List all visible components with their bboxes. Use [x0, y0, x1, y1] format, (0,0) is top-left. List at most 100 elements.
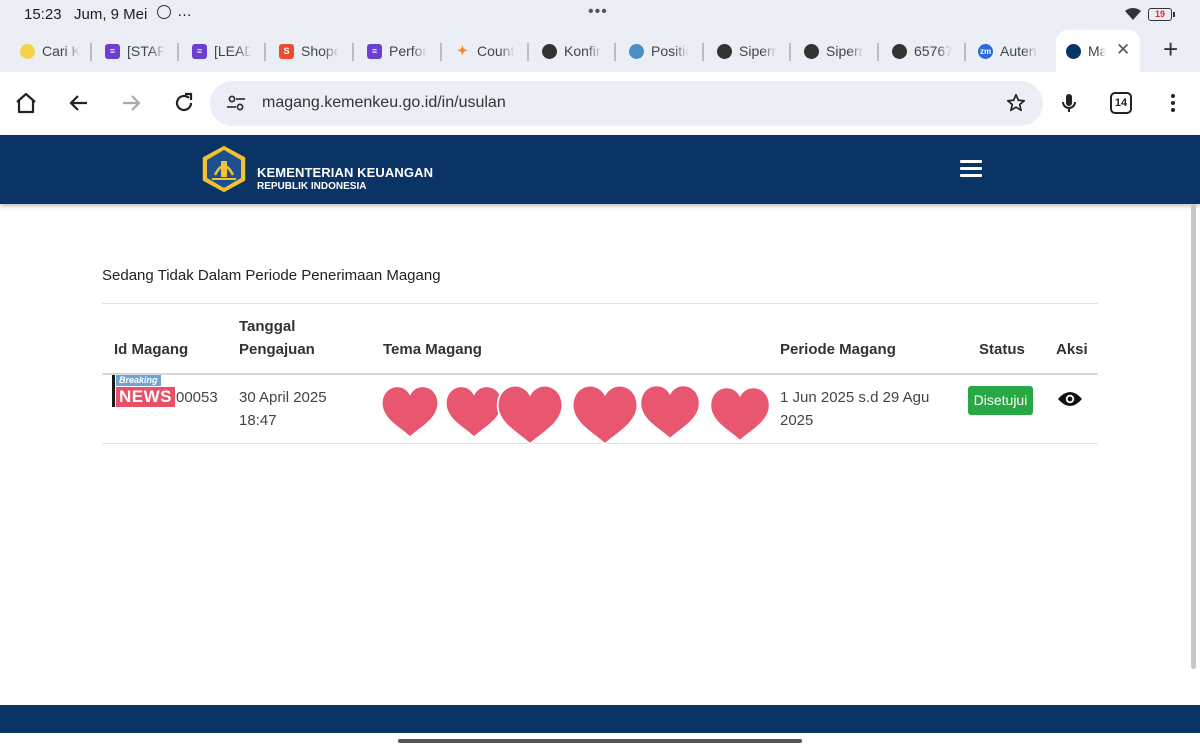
bookmark-star-icon[interactable]	[1005, 92, 1027, 114]
globe-icon	[542, 43, 557, 59]
column-header-tanggal-line1: Tanggal	[239, 318, 296, 335]
cell-periode: 1 Jun 2025 s.d 29 Agu 2025	[780, 386, 929, 432]
menu-button[interactable]	[1160, 90, 1186, 116]
cell-id: 00053	[176, 389, 218, 406]
tab-3[interactable]: ≡ [LEAD	[192, 36, 252, 66]
kemenkeu-logo-icon[interactable]	[198, 143, 250, 195]
whatsapp-icon	[157, 5, 171, 19]
form-icon: ≡	[192, 43, 207, 59]
tab-13-active[interactable]: Ma	[1066, 36, 1110, 66]
column-header-status: Status	[979, 341, 1025, 358]
cell-tanggal-time: 18:47	[239, 412, 277, 429]
brand-subtitle: REPUBLIK INDONESIA	[257, 181, 367, 192]
arrow-left-icon	[69, 95, 87, 111]
home-button[interactable]	[13, 90, 39, 116]
reload-icon	[175, 92, 193, 112]
arrow-right-icon	[123, 95, 141, 111]
column-header-tanggal: Tanggal Pengajuan	[239, 315, 315, 361]
address-bar[interactable]: magang.kemenkeu.go.id/in/usulan	[210, 81, 1043, 126]
heart-icon	[381, 385, 439, 438]
microphone-icon	[1062, 94, 1076, 112]
tab-6[interactable]: ✦ Count	[455, 36, 515, 66]
site-footer	[0, 705, 1200, 733]
tab-title: Cari K	[42, 43, 80, 59]
gesture-nav-bar	[0, 733, 1200, 750]
tab-10[interactable]: Siperr	[804, 36, 864, 66]
column-header-tema: Tema Magang	[383, 341, 482, 358]
tab-divider	[877, 43, 879, 61]
voice-search-button[interactable]	[1056, 90, 1082, 116]
cell-tanggal: 30 April 2025 18:47	[239, 386, 327, 432]
tab-12[interactable]: zm Auten	[978, 36, 1038, 66]
site-settings-icon[interactable]	[226, 93, 246, 113]
cell-periode-line1: 1 Jun 2025 s.d 29 Agu	[780, 389, 930, 406]
tab-4[interactable]: S Shope	[279, 36, 339, 66]
tab-title: Siperr	[739, 43, 777, 59]
heart-icon	[639, 384, 701, 440]
globe-icon	[892, 43, 907, 59]
close-tab-icon[interactable]: ✕	[1116, 40, 1130, 60]
tab-divider	[90, 43, 92, 61]
tab-title: Konfir	[564, 43, 601, 59]
column-header-periode: Periode Magang	[780, 341, 896, 358]
tab-title: Positic	[651, 43, 689, 59]
wifi-icon	[1125, 7, 1141, 20]
shopee-icon: S	[279, 43, 294, 59]
kakao-icon	[20, 43, 35, 59]
table-top-border	[102, 303, 1098, 304]
tab-title: [LEAD	[214, 43, 252, 59]
status-bar: 15:23 Jum, 9 Mei … ••• 19	[0, 0, 1200, 30]
tab-title: Shope	[301, 43, 339, 59]
tab-5[interactable]: ≡ Perfor	[367, 36, 427, 66]
tab-divider	[177, 43, 179, 61]
kebab-menu-icon	[1171, 94, 1175, 112]
url-text[interactable]: magang.kemenkeu.go.id/in/usulan	[262, 94, 506, 112]
tab-title: 65767	[914, 43, 952, 59]
sticker-top-text: Breaking	[116, 375, 161, 386]
tab-title: [STAF	[127, 43, 165, 59]
battery-icon: 19	[1148, 8, 1175, 21]
tab-7[interactable]: Konfir	[542, 36, 602, 66]
forward-button[interactable]	[118, 90, 144, 116]
clock: 15:23	[24, 6, 62, 23]
tab-8[interactable]: Positic	[629, 36, 689, 66]
zm-icon: zm	[978, 43, 993, 59]
tab-divider	[440, 43, 442, 61]
tab-2[interactable]: ≡ [STAF	[105, 36, 165, 66]
heart-stickers-redaction	[381, 384, 771, 444]
back-button[interactable]	[66, 90, 92, 116]
status-badge: Disetujui	[968, 386, 1033, 415]
count-icon: ✦	[457, 43, 468, 58]
tab-strip: Cari K ≡ [STAF ≡ [LEAD S Shope ≡ Perfor …	[0, 30, 1200, 72]
page-notice: Sedang Tidak Dalam Periode Penerimaan Ma…	[102, 267, 441, 284]
tab-title: Ma	[1088, 43, 1106, 59]
form-icon: ≡	[367, 43, 382, 59]
tab-9[interactable]: Siperr	[717, 36, 777, 66]
tab-divider	[964, 43, 966, 61]
site-header: KEMENTERIAN KEUANGAN REPUBLIK INDONESIA	[0, 135, 1200, 204]
tab-title: Perfor	[389, 43, 427, 59]
breaking-news-sticker: Breaking NEWS	[112, 375, 180, 408]
tab-divider	[264, 43, 266, 61]
tab-divider	[527, 43, 529, 61]
kemenkeu-icon	[1066, 43, 1081, 59]
home-gesture-handle[interactable]	[398, 739, 802, 743]
form-icon: ≡	[105, 43, 120, 59]
tab-1[interactable]: Cari K	[20, 36, 80, 66]
tab-title: Siperr	[826, 43, 864, 59]
cell-periode-line2: 2025	[780, 412, 814, 429]
hamburger-menu-icon[interactable]	[960, 160, 982, 178]
tab-11[interactable]: 65767	[892, 36, 952, 66]
heart-icon	[571, 384, 639, 444]
tab-title: Auten	[1000, 43, 1037, 59]
reload-button[interactable]	[171, 90, 197, 116]
tab-switcher-button[interactable]: 14	[1110, 92, 1132, 114]
view-eye-icon[interactable]	[1057, 390, 1083, 408]
page-scrollbar[interactable]	[1191, 204, 1196, 669]
sticker-news-text: NEWS	[116, 387, 175, 407]
globe-icon	[717, 43, 732, 59]
new-tab-icon[interactable]: +	[1163, 34, 1178, 65]
globe-icon	[804, 43, 819, 59]
brand-name: KEMENTERIAN KEUANGAN	[257, 165, 434, 180]
heart-icon	[496, 384, 564, 444]
